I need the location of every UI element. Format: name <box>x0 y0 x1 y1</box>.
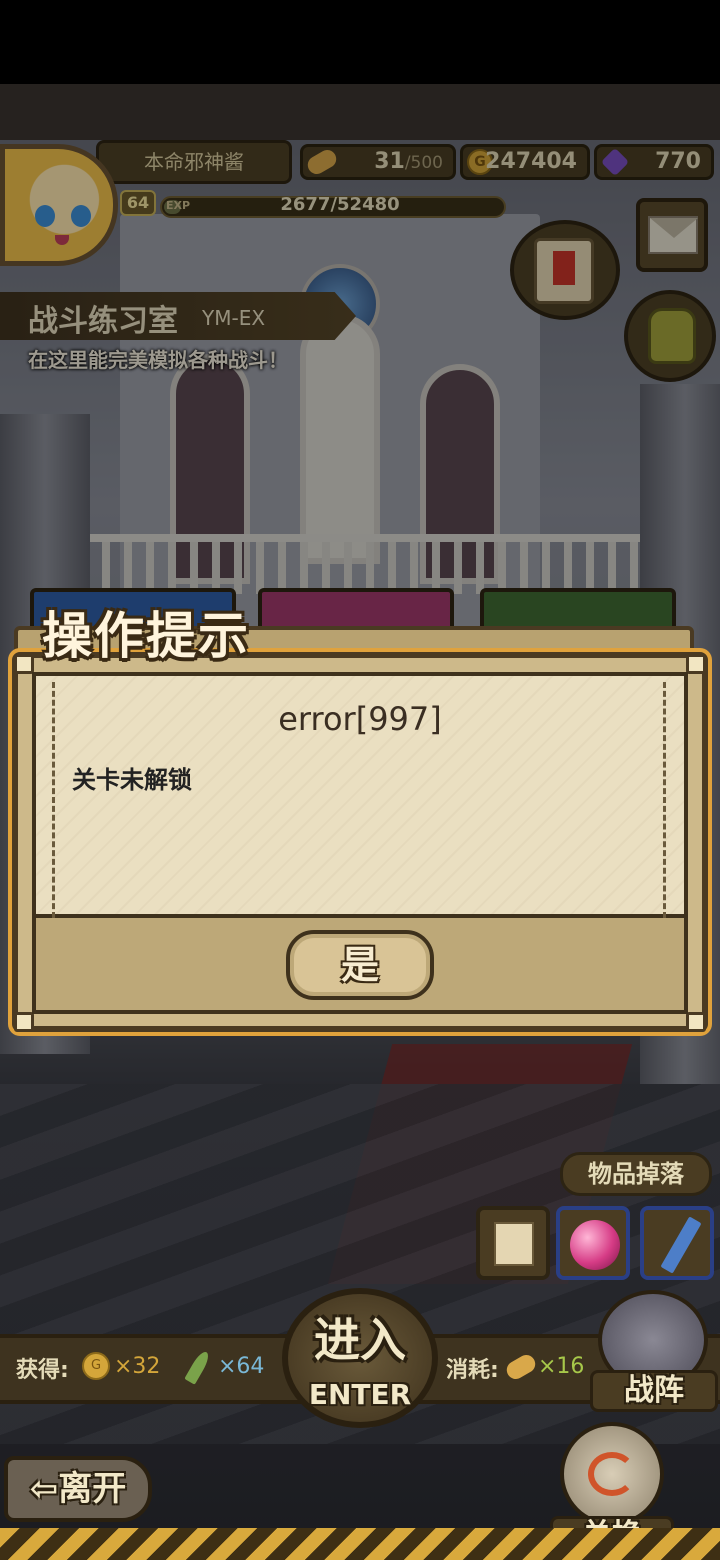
hazard-stripe <box>0 1528 720 1560</box>
drop-slot[interactable] <box>556 1206 630 1280</box>
formation-button[interactable]: 战阵 <box>590 1290 718 1416</box>
confirm-button[interactable]: 是 <box>286 930 434 1000</box>
cost-bread-amount: ×16 <box>538 1354 585 1379</box>
error-message: 关卡未解锁 <box>72 766 192 794</box>
gold-coin-icon: G <box>82 1352 110 1380</box>
gain-label: 获得: <box>16 1358 69 1383</box>
gain-feather-amount: ×64 <box>218 1354 265 1379</box>
cost-label: 消耗: <box>446 1358 499 1383</box>
dialog-corner-pin <box>14 654 34 674</box>
enter-button-sublabel: ENTER <box>308 1378 412 1411</box>
item-drop-label: 物品掉落 <box>560 1152 712 1196</box>
drop-slot[interactable] <box>476 1206 550 1280</box>
dialog-corner-pin <box>686 1012 706 1032</box>
orb-icon <box>570 1220 620 1270</box>
dialog-title: 操作提示 <box>42 606 250 665</box>
gain-gold-amount: ×32 <box>114 1354 161 1379</box>
dialog-corner-pin <box>14 1012 34 1032</box>
leave-button[interactable]: ⇦离开 <box>4 1456 152 1522</box>
scroll-icon <box>494 1222 534 1266</box>
dialog-corner-pin <box>686 654 706 674</box>
crayon-icon <box>660 1216 702 1274</box>
enter-button-label: 进入 <box>314 1313 406 1367</box>
refresh-arrow-icon <box>588 1452 636 1496</box>
drop-slot[interactable] <box>640 1206 714 1280</box>
formation-label: 战阵 <box>590 1370 718 1412</box>
error-code: error[997] <box>278 700 442 738</box>
confirm-button-label: 是 <box>340 943 379 987</box>
